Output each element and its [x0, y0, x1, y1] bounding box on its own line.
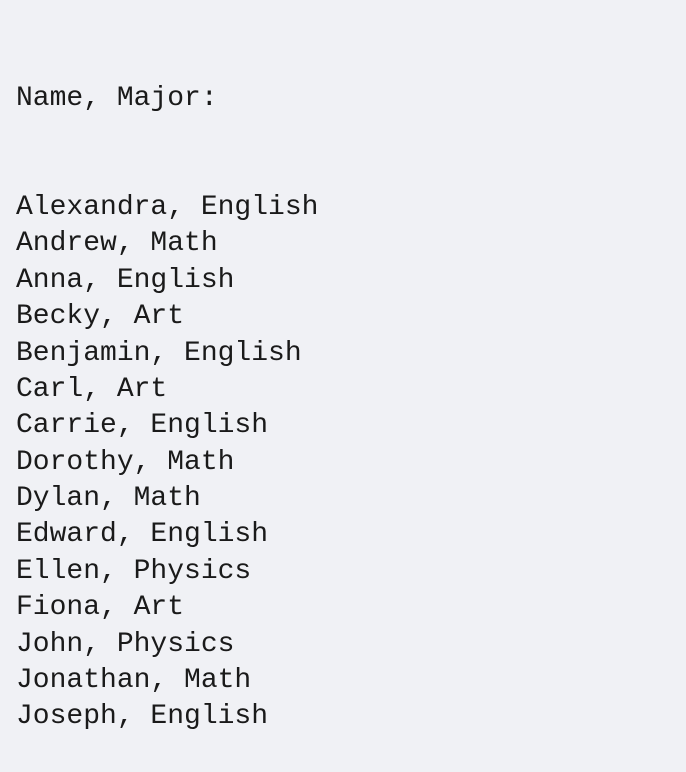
list-item: Carl, Art [16, 372, 670, 408]
list-item: Benjamin, English [16, 336, 670, 372]
list-item: Dorothy, Math [16, 445, 670, 481]
list-item: Jonathan, Math [16, 663, 670, 699]
list-item: John, Physics [16, 627, 670, 663]
list-item: Andrew, Math [16, 226, 670, 262]
list-item: Alexandra, English [16, 190, 670, 226]
list-body: Alexandra, EnglishAndrew, MathAnna, Engl… [16, 190, 670, 736]
list-item: Ellen, Physics [16, 554, 670, 590]
list-item: Becky, Art [16, 299, 670, 335]
list-item: Edward, English [16, 517, 670, 553]
list-item: Fiona, Art [16, 590, 670, 626]
list-item: Carrie, English [16, 408, 670, 444]
list-header: Name, Major: [16, 81, 670, 117]
list-item: Dylan, Math [16, 481, 670, 517]
list-item: Anna, English [16, 263, 670, 299]
student-list: Name, Major: Alexandra, EnglishAndrew, M… [16, 8, 670, 772]
list-item: Joseph, English [16, 699, 670, 735]
